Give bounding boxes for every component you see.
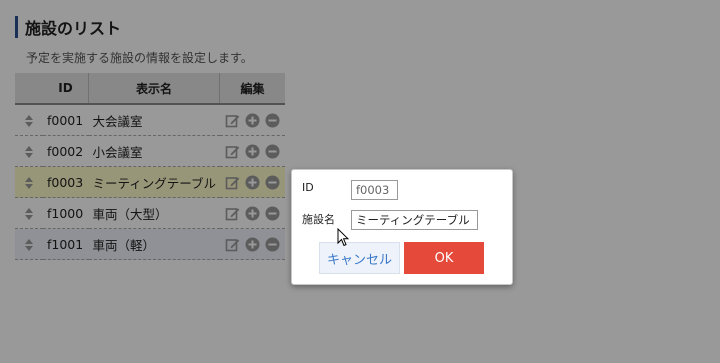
facility-name-field[interactable] — [351, 210, 478, 230]
ok-button[interactable]: OK — [404, 242, 484, 274]
edit-facility-dialog: ID 施設名 キャンセル OK — [291, 169, 513, 285]
mouse-cursor-icon — [337, 228, 349, 247]
id-field[interactable] — [351, 180, 398, 200]
facility-name-label: 施設名 — [302, 213, 335, 226]
id-label: ID — [302, 181, 314, 194]
cancel-button[interactable]: キャンセル — [319, 242, 400, 274]
